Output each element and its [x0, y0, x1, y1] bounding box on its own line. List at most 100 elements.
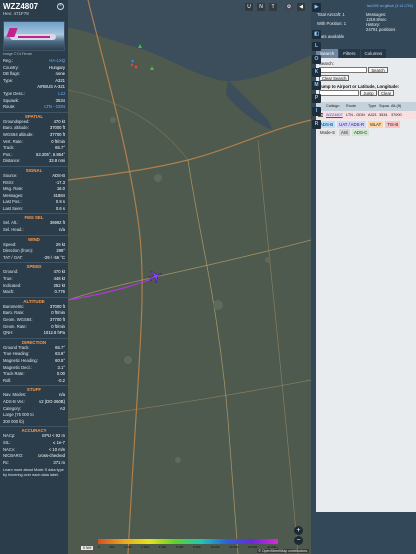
data-label[interactable]: Barometric: [3, 304, 24, 311]
data-label[interactable]: Track: [3, 145, 14, 152]
data-label[interactable]: Mach: [3, 289, 14, 296]
data-label[interactable]: Ground: [3, 269, 18, 276]
zoom-out-button[interactable]: − [294, 536, 303, 545]
map-toggle-u[interactable]: U [245, 3, 253, 11]
altitude-label: 10 000 [210, 545, 220, 549]
data-label[interactable]: Msg. Rate: [3, 186, 23, 193]
data-label[interactable]: Magnetic Heading: [3, 358, 38, 365]
stats-link[interactable]: Stats available [314, 32, 416, 41]
side-button-i[interactable]: I [312, 107, 321, 116]
side-button-o[interactable]: O [312, 55, 321, 64]
data-label[interactable]: Large (75 000 to [3, 412, 34, 419]
data-label[interactable]: NACp: [3, 433, 15, 440]
data-label[interactable]: Roll: [3, 378, 11, 385]
section-title-wind: WIND [0, 234, 68, 242]
clear-search-button[interactable]: Clear Search [319, 75, 350, 82]
data-label[interactable]: Distance: [3, 158, 20, 165]
data-label[interactable]: TAT / OAT: [3, 255, 23, 262]
data-label[interactable]: Category: [3, 406, 21, 413]
column-header[interactable]: Callsign [324, 102, 344, 111]
data-label[interactable]: ADS-B Ver.: [3, 399, 25, 406]
info-label: Type: [3, 77, 14, 83]
data-label[interactable]: Speed: [3, 242, 16, 249]
info-row: Country: Hungary [0, 65, 68, 72]
map-attribution[interactable]: © OpenStreetMap contributors. [257, 549, 309, 553]
data-label[interactable]: Track Rate: [3, 371, 25, 378]
data-value: 37000 ft [49, 303, 65, 309]
settings-icon[interactable]: ⚙ [285, 3, 293, 11]
data-label[interactable]: 300 000 lb) [3, 419, 24, 426]
data-row: Vert. Rate: 0 ft/min [0, 139, 68, 146]
data-value: 0.6 s [55, 205, 65, 211]
with-position: 1 [343, 21, 347, 26]
chevron-right-icon[interactable]: ▶ [312, 3, 321, 12]
data-label[interactable]: Rc: [3, 460, 9, 467]
data-row: RSSI: -17.3 [0, 180, 68, 187]
data-label[interactable]: Vert. Rate: [3, 139, 23, 146]
side-button-p[interactable]: P [312, 94, 321, 103]
column-header[interactable]: Type [366, 102, 377, 111]
jump-input[interactable] [319, 89, 359, 96]
hex-code: Hex: 471F78 [3, 11, 29, 16]
map-toggle-t[interactable]: T [269, 3, 277, 11]
chevron-left-icon[interactable]: ◀ [297, 3, 305, 11]
data-label[interactable]: Baro. Rate: [3, 310, 24, 317]
search-input[interactable] [319, 67, 367, 73]
data-row: Track: 65.7° [0, 145, 68, 152]
data-label[interactable]: Ground Track: [3, 345, 30, 352]
data-label[interactable]: True: [3, 276, 13, 283]
data-label[interactable]: Sel. Head.: [3, 227, 24, 234]
map-toggle-n[interactable]: N [257, 3, 265, 11]
row-callsign[interactable]: WZZ4807 [324, 111, 344, 119]
data-row: True Heading: 63.6° [0, 351, 68, 358]
column-header[interactable]: Alt.(ft) [389, 102, 403, 111]
data-label[interactable]: QNH: [3, 330, 13, 337]
data-label[interactable]: Pos.: [3, 152, 13, 159]
data-label[interactable]: Magnetic Decl.: [3, 365, 32, 372]
toggle-sidebar-icon[interactable]: ◧ [312, 30, 321, 39]
info-row: Route: LTN - GDN [0, 104, 68, 111]
data-label[interactable]: WGS84 altitude: [3, 132, 34, 139]
data-label[interactable]: NACv: [3, 447, 15, 454]
data-label[interactable]: Geom. Rate: [3, 324, 27, 331]
data-label[interactable]: Indicated: [3, 283, 21, 290]
data-label[interactable]: Last Pos.: [3, 199, 22, 206]
side-button-k[interactable]: K [312, 68, 321, 77]
close-icon[interactable]: × [57, 3, 64, 10]
data-label[interactable]: Last Seen: [3, 206, 23, 213]
section-title-accuracy: ACCURACY [0, 426, 68, 433]
data-label[interactable]: True Heading: [3, 351, 29, 358]
tab-filters[interactable]: Filters [339, 49, 360, 58]
hex-link[interactable]: 471F78 [14, 11, 29, 16]
jump-button[interactable]: Jump [360, 89, 377, 96]
data-label[interactable]: NICBARO: [3, 453, 23, 460]
data-label[interactable]: Geom. WGS84: [3, 317, 33, 324]
column-header[interactable]: Route [344, 102, 366, 111]
table-row[interactable]: WZZ4807 LTN - GDN A321 3534 37000 [316, 111, 416, 119]
data-label[interactable]: Groundspeed: [3, 119, 30, 126]
side-button-r[interactable]: R [312, 120, 321, 129]
side-button-l[interactable]: L [312, 42, 321, 51]
data-row: SIL: ≤ 1e-7 [0, 440, 68, 447]
info-row: Type: A321 [0, 78, 68, 85]
clear-button[interactable]: Clear [378, 89, 395, 96]
data-label[interactable]: RSSI: [3, 180, 14, 187]
data-label[interactable]: Baro. altitude: [3, 125, 29, 132]
side-button-m[interactable]: M [312, 81, 321, 90]
tab-columns[interactable]: Columns [360, 49, 387, 58]
data-row: Magnetic Decl.: 3.1° [0, 365, 68, 372]
data-label[interactable]: Nav. Modes: [3, 392, 26, 399]
search-button[interactable]: Search [368, 67, 388, 73]
data-label[interactable]: Sel. Alt.: [3, 220, 18, 227]
data-label[interactable]: Messages: [3, 193, 23, 200]
data-label[interactable]: Direction (from): [3, 248, 33, 255]
aircraft-photo[interactable] [3, 21, 65, 51]
data-label[interactable]: Source: [3, 173, 17, 180]
data-label[interactable]: SIL: [3, 440, 10, 447]
zoom-in-button[interactable]: + [294, 526, 303, 535]
data-row: Large (75 000 to [0, 412, 68, 419]
column-header[interactable]: Squawk [377, 102, 389, 111]
photo-credit[interactable]: Image © DLFlensb [3, 52, 65, 56]
map-view[interactable]: U N T ⚙ ◀ + − ft 500 1 000 2 000 4 000 6 000 8 000… [68, 0, 311, 554]
data-value: 36992 ft [49, 220, 65, 226]
